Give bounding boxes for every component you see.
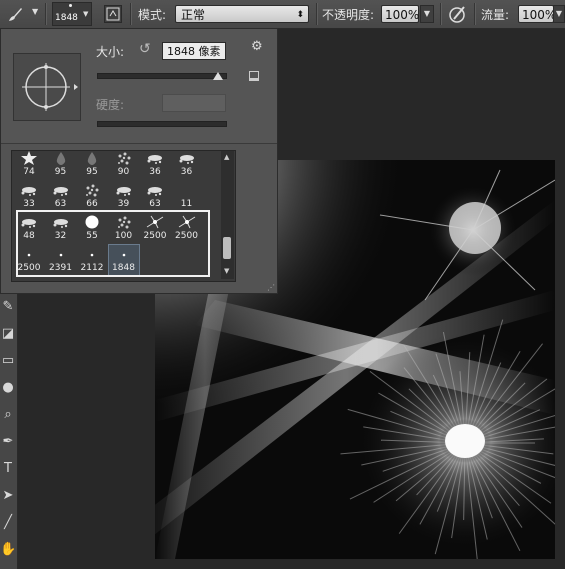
new-preset-icon[interactable]	[249, 71, 259, 81]
scroll-up-icon[interactable]: ▲	[224, 153, 229, 161]
brush-preset-size: 11	[180, 199, 193, 209]
brush-preset-item[interactable]: 39	[109, 181, 139, 211]
brush-tip-icon	[87, 152, 97, 165]
path-selection-tool-icon[interactable]: ➤	[0, 487, 16, 505]
size-slider[interactable]	[97, 72, 227, 80]
tools-panel: ✎ ◪ ▭ ● ⌕ ✒ T ➤ ╱ ✋	[0, 294, 18, 569]
brush-preset-item[interactable]: 33	[14, 181, 44, 211]
brush-tip-preview[interactable]	[13, 53, 81, 121]
mode-select[interactable]: 正常 ⬍	[175, 5, 309, 23]
brush-tip-icon	[86, 184, 99, 197]
brush-preset-item[interactable]: 66	[77, 181, 107, 211]
line-tool-icon[interactable]: ╱	[0, 514, 16, 532]
brush-picker-arrow-icon: ▼	[83, 10, 89, 18]
flow-input[interactable]: 100%	[518, 5, 556, 23]
select-arrows-icon: ⬍	[296, 10, 304, 20]
brush-preset-item[interactable]: 11	[172, 181, 202, 211]
size-slider-thumb[interactable]	[213, 72, 224, 80]
brush-tip-icon	[117, 152, 130, 165]
scroll-down-icon[interactable]: ▼	[224, 267, 229, 275]
eraser-tool-icon[interactable]: ◪	[0, 325, 16, 343]
hand-tool-icon[interactable]: ✋	[0, 541, 16, 559]
brush-tool-icon[interactable]	[6, 5, 24, 23]
resize-grip-icon[interactable]: ⋰	[267, 283, 275, 292]
gradient-tool-icon[interactable]: ▭	[0, 352, 16, 370]
brush-tip-icon	[56, 152, 65, 165]
brush-preset-item[interactable]: 90	[109, 151, 139, 179]
brush-tip-icon	[147, 187, 162, 196]
brush-tip-icon	[21, 151, 37, 165]
brush-preset-item[interactable]: 63	[46, 181, 76, 211]
mode-value: 正常	[181, 8, 206, 22]
brush-preset-item[interactable]: 63	[140, 181, 170, 211]
preset-list-scrollbar[interactable]: ▲ ▼	[221, 151, 234, 279]
brush-tip-icon	[21, 187, 36, 196]
brush-angle-icon	[22, 63, 78, 111]
brush-size-value: 1848	[55, 13, 78, 23]
opacity-label: 不透明度:	[322, 8, 375, 22]
size-input[interactable]: 1848 像素	[162, 42, 226, 60]
reset-size-icon[interactable]: ↺	[139, 41, 151, 57]
brush-preset-picker[interactable]: 1848 ▼	[52, 2, 92, 26]
airbrush-pressure-icon[interactable]	[448, 4, 468, 24]
opacity-input[interactable]: 100%	[381, 5, 419, 23]
brush-tip-icon	[116, 187, 131, 196]
hardness-input	[162, 94, 226, 112]
brush-tip-icon	[53, 187, 68, 196]
flow-dropdown-icon[interactable]: ▼	[553, 5, 565, 23]
selection-highlight-box	[16, 210, 210, 277]
brush-preset-item[interactable]: 36	[172, 151, 202, 179]
dodge-tool-icon[interactable]: ⌕	[0, 406, 16, 424]
brush-tip-icon	[179, 155, 194, 164]
brush-tip-icon	[147, 155, 162, 164]
options-bar: ▼ 1848 ▼ 模式: 正常 ⬍ 不透明度: 100% ▼ 流量: 100% …	[0, 0, 565, 29]
tool-preset-dropdown-icon[interactable]: ▼	[32, 7, 38, 16]
type-tool-icon[interactable]: T	[0, 460, 16, 478]
pen-tool-icon[interactable]: ✒	[0, 433, 16, 451]
blur-tool-icon[interactable]: ●	[0, 379, 16, 397]
flow-label: 流量:	[481, 8, 510, 22]
panel-menu-gear-icon[interactable]: ⚙	[251, 39, 263, 54]
brush-tip-icon	[178, 183, 196, 197]
opacity-dropdown-icon[interactable]: ▼	[420, 5, 434, 23]
brush-preset-item[interactable]: 36	[140, 151, 170, 179]
brush-preset-item[interactable]: 95	[77, 151, 107, 179]
brush-tool-icon[interactable]: ✎	[0, 298, 16, 316]
hardness-label: 硬度:	[96, 98, 125, 112]
brush-preset-item[interactable]: 74	[14, 151, 44, 179]
brush-preset-size: 36	[180, 167, 193, 177]
size-label: 大小:	[96, 45, 125, 59]
brush-preset-item[interactable]: 95	[46, 151, 76, 179]
toggle-brush-panel-button[interactable]	[104, 5, 122, 23]
hardness-slider	[97, 121, 227, 127]
brush-panel-icon	[106, 7, 120, 21]
scrollbar-thumb[interactable]	[223, 237, 231, 259]
brush-preview-dot	[69, 4, 72, 7]
mode-label: 模式:	[138, 8, 167, 22]
